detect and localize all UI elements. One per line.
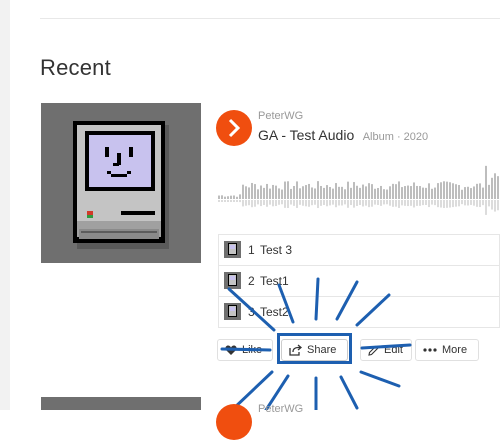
next-album-artwork[interactable]: [41, 397, 201, 410]
next-play-button[interactable]: [216, 404, 252, 440]
next-artist-name[interactable]: PeterWG: [258, 403, 303, 415]
highlight-rays: [220, 277, 412, 410]
